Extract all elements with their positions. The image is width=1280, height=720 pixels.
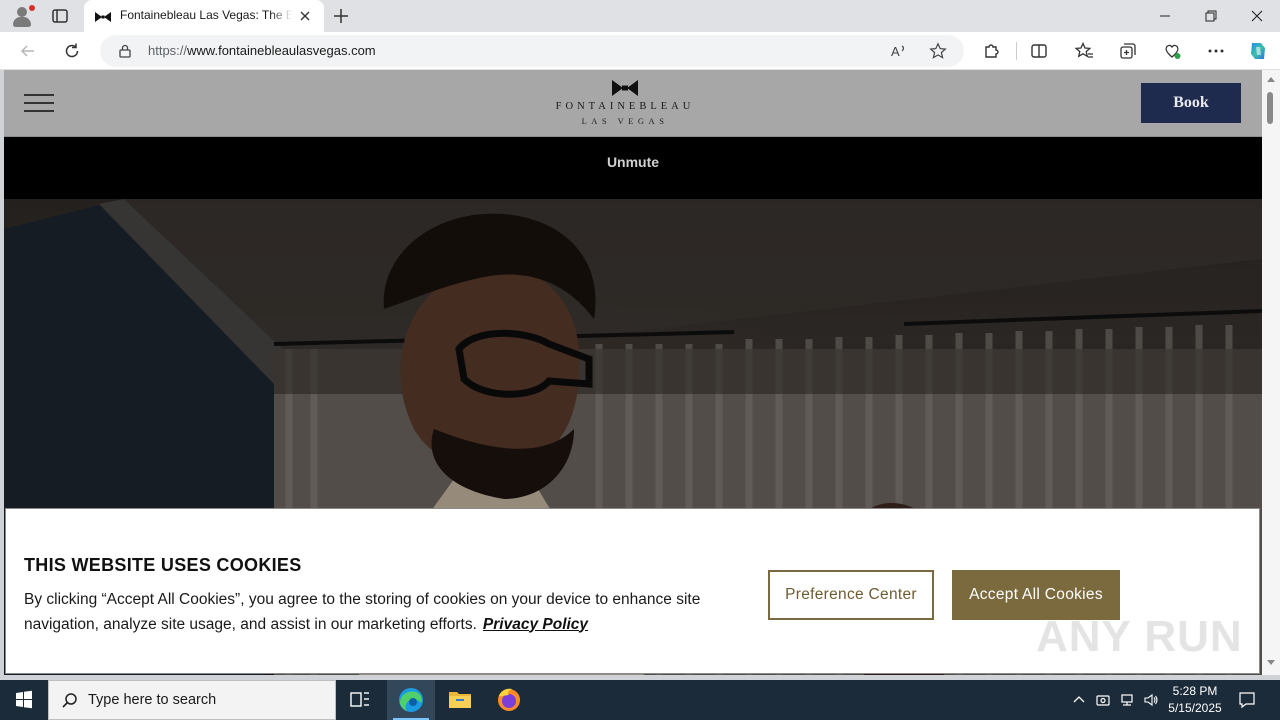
lock-icon[interactable] bbox=[118, 44, 132, 58]
collections-icon[interactable] bbox=[1118, 41, 1138, 61]
cookie-description: By clicking “Accept All Cookies”, you ag… bbox=[24, 591, 701, 633]
bowtie-favicon-icon bbox=[94, 10, 112, 22]
taskbar-search[interactable]: Type here to search bbox=[48, 680, 336, 720]
page-scrollbar[interactable] bbox=[1262, 70, 1280, 675]
windows-start-icon[interactable] bbox=[0, 680, 48, 720]
browser-toolbar: https://www.fontainebleaulasvegas.com A bbox=[0, 32, 1280, 70]
profile-avatar-icon[interactable] bbox=[10, 4, 35, 28]
book-button[interactable]: Book bbox=[1141, 83, 1241, 123]
favorites-icon[interactable] bbox=[1074, 41, 1094, 61]
minimize-icon[interactable] bbox=[1142, 0, 1188, 32]
windows-taskbar: Type here to search 5:28 PM 5/15/2025 bbox=[0, 680, 1280, 720]
browser-tab-active[interactable]: Fontainebleau Las Vegas: The Best bbox=[84, 0, 324, 32]
read-aloud-icon[interactable]: A bbox=[890, 42, 908, 60]
copilot-icon[interactable] bbox=[1246, 39, 1270, 63]
edge-browser-icon[interactable] bbox=[387, 680, 435, 720]
hamburger-menu-icon[interactable] bbox=[24, 92, 56, 114]
tab-title: Fontainebleau Las Vegas: The Best bbox=[120, 8, 292, 22]
url-text[interactable]: https://www.fontainebleaulasvegas.com bbox=[148, 43, 376, 58]
restore-icon[interactable] bbox=[1188, 0, 1234, 32]
volume-icon[interactable] bbox=[1143, 692, 1159, 708]
site-header: FONTAINEBLEAU LAS VEGAS Book bbox=[4, 70, 1262, 137]
firefox-icon[interactable] bbox=[485, 680, 533, 720]
notification-center-icon[interactable] bbox=[1238, 691, 1256, 709]
unmute-button[interactable]: Unmute bbox=[4, 154, 1262, 170]
tab-close-icon[interactable] bbox=[298, 9, 312, 23]
svg-text:A: A bbox=[891, 44, 900, 59]
tab-actions-icon[interactable] bbox=[50, 6, 70, 26]
extensions-icon[interactable] bbox=[981, 41, 1001, 61]
video-controls-bar: Unmute bbox=[4, 137, 1262, 199]
file-explorer-icon[interactable] bbox=[436, 680, 484, 720]
task-view-icon[interactable] bbox=[336, 680, 384, 720]
privacy-policy-link[interactable]: Privacy Policy bbox=[483, 616, 588, 633]
toolbar-divider bbox=[1016, 42, 1017, 60]
watermark-text: ANY RUN bbox=[1036, 612, 1243, 661]
search-placeholder: Type here to search bbox=[88, 692, 217, 708]
system-clock[interactable]: 5:28 PM 5/15/2025 bbox=[1164, 683, 1226, 717]
network-icon[interactable] bbox=[1119, 692, 1135, 708]
clock-time: 5:28 PM bbox=[1172, 684, 1218, 698]
scroll-down-arrow-icon[interactable] bbox=[1267, 660, 1275, 665]
split-screen-icon[interactable] bbox=[1029, 41, 1049, 61]
cookie-banner: THIS WEBSITE USES COOKIES By clicking “A… bbox=[5, 508, 1260, 674]
more-options-icon[interactable] bbox=[1206, 41, 1226, 61]
back-arrow-icon[interactable] bbox=[18, 41, 38, 61]
favorite-star-icon[interactable] bbox=[929, 42, 947, 60]
cookie-title: THIS WEBSITE USES COOKIES bbox=[24, 555, 302, 575]
scroll-up-arrow-icon[interactable] bbox=[1267, 77, 1275, 82]
browser-essentials-icon[interactable] bbox=[1162, 41, 1182, 61]
show-hidden-icons-chevron-icon[interactable] bbox=[1071, 692, 1087, 708]
new-tab-icon[interactable] bbox=[332, 7, 350, 25]
bowtie-logo-icon[interactable] bbox=[611, 79, 639, 97]
logo-name[interactable]: FONTAINEBLEAU bbox=[524, 101, 726, 112]
scroll-thumb[interactable] bbox=[1267, 92, 1273, 124]
meet-now-icon[interactable] bbox=[1095, 692, 1111, 708]
logo-subtitle: LAS VEGAS bbox=[581, 116, 669, 126]
close-window-icon[interactable] bbox=[1234, 0, 1280, 32]
browser-tab-bar: Fontainebleau Las Vegas: The Best bbox=[0, 0, 1280, 32]
refresh-icon[interactable] bbox=[62, 41, 82, 61]
preference-center-button[interactable]: Preference Center bbox=[768, 570, 934, 620]
search-icon bbox=[62, 693, 77, 708]
clock-date: 5/15/2025 bbox=[1168, 701, 1222, 715]
address-bar[interactable]: https://www.fontainebleaulasvegas.com A bbox=[100, 35, 964, 67]
